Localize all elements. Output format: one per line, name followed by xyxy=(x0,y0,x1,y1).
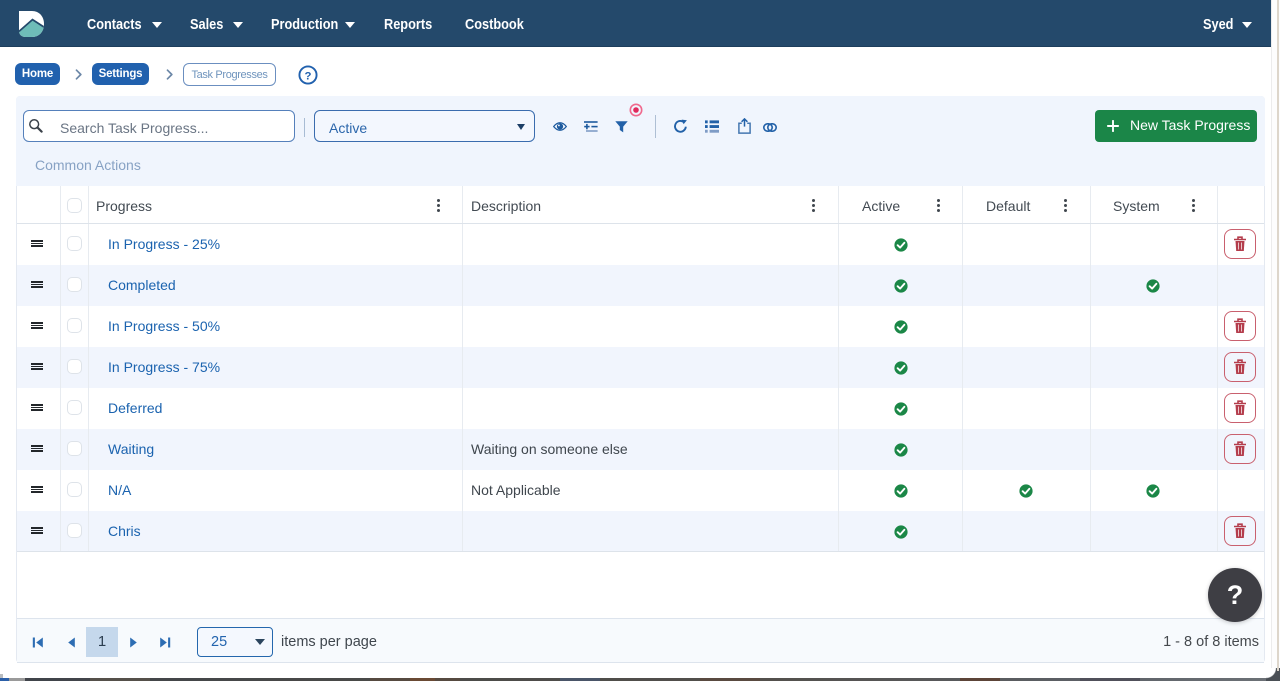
svg-text:?: ? xyxy=(305,70,312,82)
